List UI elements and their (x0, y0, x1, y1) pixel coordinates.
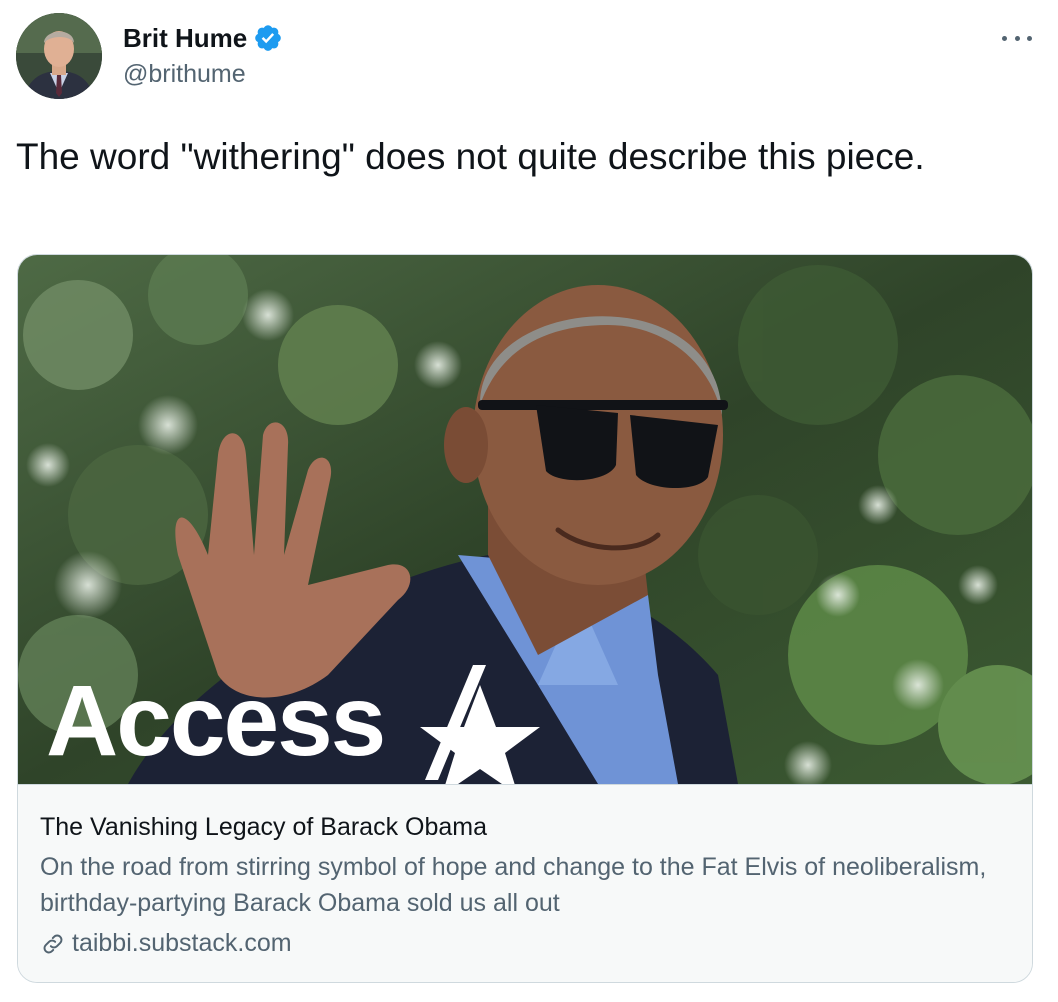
card-domain-text: taibbi.substack.com (72, 929, 292, 957)
card-image: Access (18, 255, 1032, 785)
access-logo-text: Access (46, 665, 384, 777)
author-avatar[interactable] (16, 13, 102, 99)
more-options-icon[interactable] (1002, 30, 1032, 46)
card-description: On the road from stirring symbol of hope… (40, 853, 987, 917)
tweet-text: The word "withering" does not quite desc… (16, 136, 925, 177)
verified-badge-icon (253, 23, 283, 53)
card-body: The Vanishing Legacy of Barack Obama On … (18, 785, 1032, 982)
author-name-row: Brit Hume (123, 22, 283, 54)
author-display-name[interactable]: Brit Hume (123, 23, 247, 54)
link-icon (40, 931, 66, 957)
link-preview-card[interactable]: Access The Vanishing Legacy of Barack Ob… (17, 254, 1033, 983)
author-handle[interactable]: @brithume (123, 60, 246, 89)
card-title[interactable]: The Vanishing Legacy of Barack Obama (40, 813, 487, 842)
more-dot (1014, 35, 1020, 41)
tweet: Brit Hume @brithume The word "withering"… (0, 0, 1058, 1002)
card-domain[interactable]: taibbi.substack.com (40, 929, 292, 958)
more-dot (1027, 35, 1032, 41)
more-dot (1002, 35, 1007, 41)
